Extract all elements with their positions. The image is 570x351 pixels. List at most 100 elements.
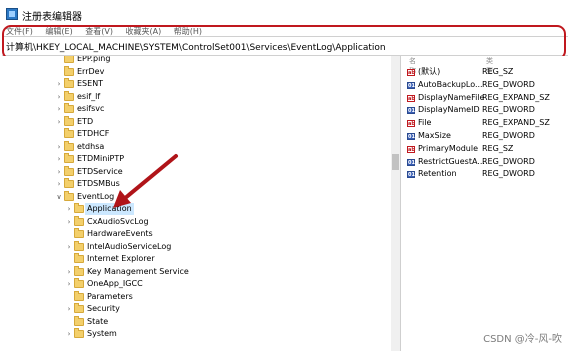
tree-item-label: ESENT bbox=[77, 79, 104, 88]
value-type: REG_DWORD bbox=[482, 156, 535, 166]
binary-value-icon: 011 bbox=[407, 81, 419, 89]
chevron-right-icon[interactable]: › bbox=[55, 103, 63, 115]
chevron-right-icon[interactable]: › bbox=[65, 203, 73, 215]
value-row[interactable]: 011 DisplayNameID REG_DWORD bbox=[405, 104, 567, 116]
tree-item-label: State bbox=[87, 316, 109, 326]
registry-tree[interactable]: EPP.ping ErrDev › ESENT › esif_lf › esifsvc › ETD… bbox=[0, 56, 401, 351]
tree-item-label: esif_lf bbox=[77, 91, 101, 101]
chevron-right-icon[interactable]: › bbox=[65, 303, 73, 315]
chevron-right-icon[interactable]: › bbox=[65, 266, 73, 278]
values-pane[interactable]: 名称 类型 ab(默认)REG_SZ011AutoBackupLo...REG_… bbox=[401, 56, 570, 351]
tree-item-label: IntelAudioServiceLog bbox=[87, 241, 172, 251]
tree-item-label: CxAudioSvcLog bbox=[87, 216, 149, 226]
tree-item[interactable]: › ETDService bbox=[0, 165, 390, 178]
string-value-icon: ab bbox=[407, 145, 415, 153]
title-bar: 注册表编辑器 bbox=[0, 0, 570, 28]
tree-item[interactable]: › OneApp_IGCC bbox=[0, 278, 390, 290]
value-type: REG_SZ bbox=[482, 67, 514, 76]
tree-item[interactable]: › Key Management Service bbox=[0, 265, 390, 278]
folder-icon bbox=[74, 290, 84, 301]
chevron-right-icon[interactable]: › bbox=[65, 328, 73, 340]
value-type: REG_EXPAND_SZ bbox=[482, 118, 550, 128]
tree-item[interactable]: › ESENT bbox=[0, 78, 390, 90]
folder-icon bbox=[64, 140, 74, 151]
tree-item-label: ETDSMBus bbox=[77, 179, 120, 188]
folder-icon bbox=[64, 165, 74, 176]
tree-item[interactable]: ∨ EventLog bbox=[0, 190, 390, 203]
tree-item-label: EPP.ping bbox=[77, 56, 111, 63]
tree-item[interactable]: › ETDSMBus bbox=[0, 178, 390, 190]
string-value-icon: ab bbox=[407, 94, 415, 102]
tree-item[interactable]: › Application bbox=[0, 203, 390, 215]
value-row[interactable]: ab File REG_EXPAND_SZ bbox=[405, 117, 567, 129]
folder-icon bbox=[64, 103, 74, 113]
tree-item[interactable]: ETDHCF bbox=[0, 128, 390, 140]
folder-icon bbox=[64, 78, 74, 88]
folder-icon bbox=[64, 190, 74, 201]
tree-item[interactable]: HardwareEvents bbox=[0, 228, 390, 240]
value-name: Retention bbox=[418, 169, 457, 179]
chevron-right-icon[interactable]: › bbox=[55, 178, 63, 190]
chevron-right-icon[interactable]: › bbox=[55, 91, 63, 103]
folder-icon bbox=[64, 153, 74, 163]
tree-item[interactable]: › ETD bbox=[0, 115, 390, 128]
chevron-right-icon[interactable]: › bbox=[55, 78, 63, 90]
tree-scroll-thumb[interactable] bbox=[392, 154, 399, 170]
tree-item[interactable]: › Security bbox=[0, 303, 390, 315]
tree-item-label: Internet Explorer bbox=[87, 254, 155, 263]
tree-item[interactable]: ErrDev bbox=[0, 65, 390, 78]
value-name: RestrictGuestA... bbox=[418, 156, 485, 166]
chevron-right-icon[interactable]: › bbox=[65, 278, 73, 290]
tree-scrollbar[interactable] bbox=[391, 56, 400, 351]
folder-icon bbox=[74, 315, 84, 326]
value-name: PrimaryModule bbox=[418, 143, 479, 153]
value-row[interactable]: 011 Retention REG_DWORD bbox=[405, 168, 567, 180]
value-name: DisplayNameID bbox=[418, 105, 480, 115]
chevron-right-icon[interactable]: › bbox=[65, 216, 73, 228]
tree-item[interactable]: Parameters bbox=[0, 290, 390, 303]
folder-icon bbox=[64, 56, 74, 63]
value-type: REG_DWORD bbox=[482, 169, 535, 179]
folder-icon bbox=[74, 303, 84, 313]
tree-item[interactable]: › IntelAudioServiceLog bbox=[0, 240, 390, 253]
tree-item-label: ETD bbox=[77, 116, 94, 126]
tree-item[interactable]: › esif_lf bbox=[0, 90, 390, 103]
value-name: MaxSize bbox=[418, 131, 451, 140]
tree-item-label: ETDService bbox=[77, 166, 123, 176]
chevron-right-icon[interactable]: › bbox=[65, 241, 73, 253]
chevron-right-icon[interactable]: › bbox=[55, 153, 63, 165]
value-row[interactable]: ab (默认) REG_SZ bbox=[405, 66, 567, 78]
tree-item-label: etdhsa bbox=[77, 141, 105, 151]
folder-icon bbox=[74, 203, 84, 213]
folder-icon bbox=[74, 240, 84, 251]
value-row[interactable]: 011 MaxSize REG_DWORD bbox=[405, 130, 567, 142]
tree-item-label: Application bbox=[85, 203, 134, 215]
regedit-app-icon bbox=[6, 8, 18, 20]
value-row[interactable]: 011 AutoBackupLo... REG_DWORD bbox=[405, 79, 567, 91]
tree-item[interactable]: › System bbox=[0, 328, 390, 340]
chevron-right-icon[interactable]: › bbox=[55, 166, 63, 178]
chevron-right-icon[interactable]: › bbox=[55, 116, 63, 128]
value-type: REG_DWORD bbox=[482, 79, 535, 89]
tree-item-label: System bbox=[87, 329, 117, 338]
value-type: REG_DWORD bbox=[482, 105, 535, 115]
value-row[interactable]: ab DisplayNameFile REG_EXPAND_SZ bbox=[405, 92, 567, 104]
address-highlight-annotation bbox=[2, 25, 566, 60]
tree-item[interactable]: EPP.ping bbox=[0, 56, 390, 65]
tree-item-label: Key Management Service bbox=[87, 266, 189, 276]
value-row[interactable]: 011 RestrictGuestA... REG_DWORD bbox=[405, 156, 567, 168]
chevron-right-icon[interactable]: › bbox=[55, 141, 63, 153]
tree-item[interactable]: › ETDMiniPTP bbox=[0, 153, 390, 165]
tree-item[interactable]: › esifsvc bbox=[0, 103, 390, 115]
tree-item[interactable]: › CxAudioSvcLog bbox=[0, 215, 390, 228]
value-row[interactable]: ab PrimaryModule REG_SZ bbox=[405, 143, 567, 155]
folder-icon bbox=[64, 128, 74, 138]
folder-icon bbox=[74, 328, 84, 338]
tree-item[interactable]: Internet Explorer bbox=[0, 253, 390, 265]
tree-item-label: Security bbox=[87, 304, 120, 313]
folder-icon bbox=[74, 215, 84, 226]
tree-item-label: Parameters bbox=[87, 291, 133, 301]
chevron-down-icon[interactable]: ∨ bbox=[55, 191, 63, 203]
tree-item[interactable]: State bbox=[0, 315, 390, 328]
tree-item[interactable]: › etdhsa bbox=[0, 140, 390, 153]
